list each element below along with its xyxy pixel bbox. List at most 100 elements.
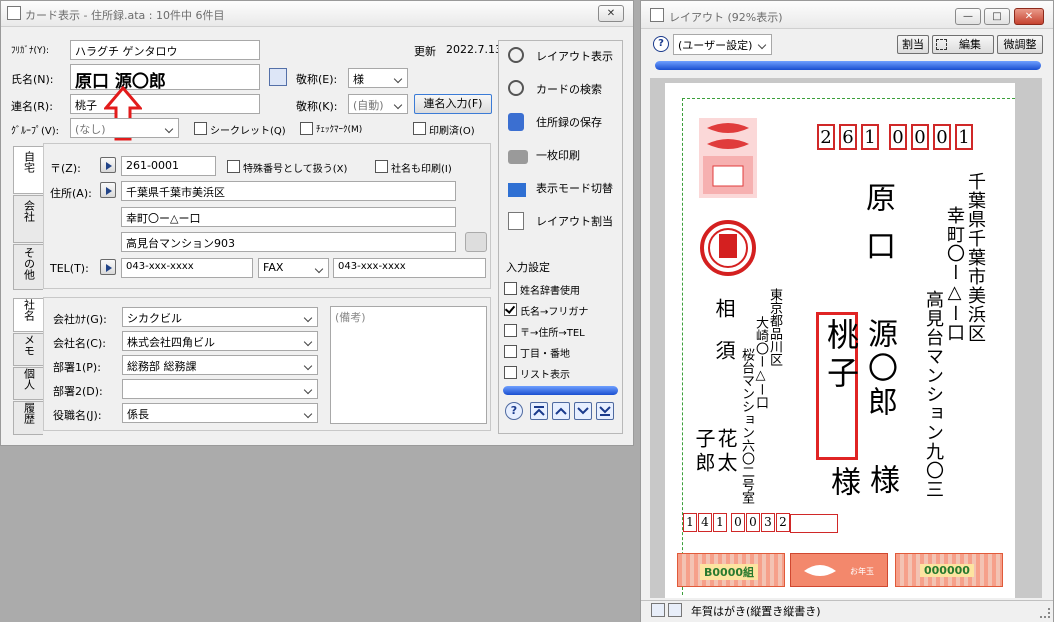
extra-code-box [790,514,838,533]
joint-honorific-select[interactable]: (自動) [348,94,408,114]
lottery-number-left: B0000組 [700,564,758,580]
secret-checkbox[interactable]: シークレット(Q) [194,122,286,137]
fax-type-select[interactable]: FAX [258,258,329,278]
layout-assign-command[interactable]: レイアウト割当 [506,209,613,235]
chevron-up-icon [555,407,567,415]
postcard-joint-name: 桃子 [822,318,860,394]
layout-view-command[interactable]: レイアウト表示 [506,44,613,70]
memo-textarea[interactable]: (備考) [330,306,487,424]
lottery-number-right: 000000 [920,564,974,577]
tel-label: TEL(T): [50,262,89,275]
magnifier-icon [508,47,524,63]
sender-zip-digit-5: 0 [746,513,760,532]
tab-company[interactable]: 会社 [13,195,43,243]
sender-zip-digit-3: 1 [713,513,727,532]
position-select[interactable]: 係長 [122,403,318,423]
person-icon[interactable] [465,232,487,252]
layout-view-label: レイアウト表示 [536,50,613,63]
last-record-button[interactable] [596,402,614,420]
company-name-select[interactable]: 株式会社四角ビル [122,331,318,351]
tab-company-name[interactable]: 社名 [13,298,43,332]
save-icon [508,113,524,131]
sender-name-given2: 子郎 [692,428,716,476]
list-view-checkbox[interactable]: リスト表示 [504,366,570,381]
zip-to-address-checkbox[interactable]: 〒→住所→TEL [504,324,585,339]
furigana-label: ﾌﾘｶﾞﾅ(Y): [11,46,50,56]
name-input[interactable]: 原口 源〇郎 [70,64,260,90]
layout-close-button[interactable]: ✕ [1014,8,1044,25]
first-record-button[interactable] [530,402,548,420]
joint-input-button[interactable]: 連名入力(F) [414,94,492,114]
tel-arrow[interactable] [100,259,116,275]
dept1-select[interactable]: 総務部 総務課 [122,355,318,375]
help-button[interactable]: ? [505,402,523,420]
tab-company-name-label: 社名 [22,299,36,321]
tab-home-label: 自宅 [22,151,36,173]
page-up-button[interactable] [651,603,665,617]
honorific-label: 敬称(E): [296,73,338,86]
sender-zip-digit-1: 1 [683,513,697,532]
maximize-button[interactable]: □ [984,8,1010,25]
layout-help-icon[interactable]: ? [653,36,669,52]
company-name-label: 会社名(C): [53,337,106,350]
group-select[interactable]: (なし) [70,118,179,138]
card-window-title: カード表示 - 住所録.ata : 10件中 6件目 [25,9,225,22]
assign-button[interactable]: 割当 [897,35,929,54]
tab-other[interactable]: その他 [13,244,43,290]
name-dictionary-checkbox[interactable]: 姓名辞書使用 [504,282,580,297]
updated-value: 2022.7.13 [446,43,502,56]
zip-lookup-arrow[interactable] [100,157,116,173]
dept2-select[interactable] [122,379,318,399]
minimize-button[interactable]: — [955,8,981,25]
fax-input[interactable]: 043-xxx-xxxx [333,258,486,278]
joint-honorific-label: 敬称(K): [296,100,338,113]
printed-checkbox[interactable]: 印刷済(O) [413,122,475,137]
card-close-button[interactable]: ✕ [598,5,624,22]
address-book-icon[interactable] [269,68,287,86]
recipient-address-line3: 高見台マンション九〇三 [923,290,944,499]
zip-digit-6: 0 [933,124,951,150]
company-print-checkbox[interactable]: 社名も印刷(I) [375,160,452,175]
display-mode-command[interactable]: 表示モード切替 [506,176,613,202]
tel-input[interactable]: 043-xxx-xxxx [121,258,253,278]
card-window-titlebar[interactable]: カード表示 - 住所録.ata : 10件中 6件目 ✕ [1,1,633,27]
fine-adjust-button[interactable]: 微調整 [997,35,1043,54]
card-scrollbar[interactable] [503,386,618,395]
layout-window-titlebar[interactable]: レイアウト (92%表示) — □ ✕ [641,1,1053,29]
resize-grip[interactable] [1040,608,1050,618]
checkmark-checkbox[interactable]: ﾁｪｯｸﾏｰｸ(M) [300,122,362,135]
special-number-checkbox[interactable]: 特殊番号として扱う(X) [227,160,347,175]
address-line2-input[interactable]: 幸町〇ー△ー口 [121,207,456,227]
pine-emblem-icon [804,565,836,576]
save-addressbook-command[interactable]: 住所録の保存 [506,110,602,136]
card-app-icon [7,6,21,20]
card-search-command[interactable]: カードの検索 [506,77,602,103]
prev-record-button[interactable] [552,402,570,420]
tab-memo[interactable]: メモ [13,333,43,366]
address-line3-input[interactable]: 高見台マンション903 [121,232,456,252]
company-kana-select[interactable]: シカクビル [122,307,318,327]
sender-zip-digit-7: 2 [776,513,790,532]
tab-home[interactable]: 自宅 [13,146,43,194]
layout-top-scrollbar[interactable] [655,61,1041,70]
tab-history[interactable]: 履歴 [13,401,43,435]
sender-name-surname: 相須 [712,298,736,382]
recipient-surname: 原口 [860,182,895,278]
address-lookup-arrow[interactable] [100,182,116,198]
joint-name-input[interactable]: 桃子 [70,94,260,114]
furigana-input[interactable]: ハラグチ ゲンタロウ [70,40,260,60]
company-kana-label: 会社ｶﾅ(G): [53,313,107,326]
address-line1-input[interactable]: 千葉県千葉市美浜区 [121,181,456,201]
zip-input[interactable]: 261-0001 [121,156,216,176]
block-number-checkbox[interactable]: 丁目・番地 [504,345,570,360]
preset-select[interactable]: (ユーザー設定) [673,34,772,55]
print-one-command[interactable]: 一枚印刷 [506,143,580,169]
name-to-furigana-checkbox[interactable]: 氏名→フリガナ [504,303,588,318]
tab-personal[interactable]: 個人 [13,367,43,400]
dept1-label: 部署1(P): [53,361,101,374]
honorific-select[interactable]: 様 [348,68,408,88]
input-settings-title: 入力設定 [506,261,550,274]
page-down-button[interactable] [668,603,682,617]
next-record-button[interactable] [574,402,592,420]
zip-label: 〒(Z): [50,162,81,175]
